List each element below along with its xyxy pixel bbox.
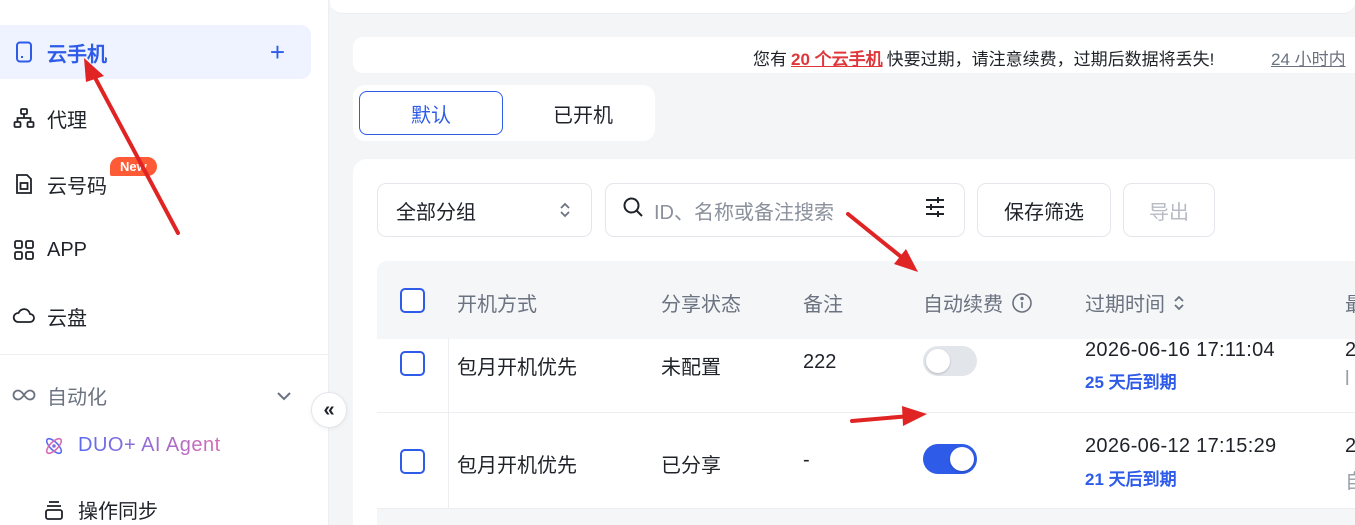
row-checkbox[interactable]: [400, 449, 425, 474]
column-header: 开机方式: [457, 294, 537, 316]
sidebar-divider: [0, 354, 329, 355]
sidebar-item-ai-agent[interactable]: DUO+ AI Agent: [42, 434, 221, 457]
truncated-cell: l: [1345, 368, 1350, 390]
filter-sliders-icon[interactable]: [924, 196, 946, 224]
table-row[interactable]: 包月开机优先 已分享 - 2026-06-12 17:15:29 21 天后到期…: [377, 413, 1355, 509]
sort-icon[interactable]: [1173, 294, 1185, 312]
sim-card-icon: [12, 172, 36, 196]
sidebar-section-label: 自动化: [47, 386, 107, 409]
column-header-label: 过期时间: [1085, 294, 1165, 316]
column-header: 备注: [803, 294, 843, 316]
sidebar-item-label: 云号码: [47, 175, 107, 198]
tab-default[interactable]: 默认: [359, 91, 503, 135]
sidebar-item-label: DUO+ AI Agent: [78, 434, 221, 456]
sidebar-item-cloud-phone[interactable]: 云手机 +: [0, 25, 311, 79]
table-header: 开机方式 分享状态 备注 自动续费 过期时间 最: [377, 261, 1355, 339]
notice-text: 您有 20 个云手机 快要过期，请注意续费，过期后数据将丢失!: [753, 45, 1214, 70]
auto-renew-toggle[interactable]: [923, 346, 977, 376]
notice-link[interactable]: 24 小时内: [1271, 45, 1346, 70]
sidebar: 云手机 + 代理 云号码 New APP 云盘 自动化 DUO+ AI Agen…: [0, 0, 329, 525]
group-select[interactable]: 全部分组: [377, 183, 592, 237]
note-cell: -: [803, 449, 810, 471]
infinity-icon: [12, 388, 36, 402]
share-status-cell: 已分享: [661, 455, 721, 477]
expire-date-cell: 2026-06-16 17:11:04: [1085, 339, 1275, 361]
sidebar-item-proxy[interactable]: 代理: [0, 91, 311, 145]
network-icon: [12, 106, 36, 130]
sidebar-item-label: 云手机: [47, 43, 107, 66]
days-left-cell: 21 天后到期: [1085, 470, 1177, 489]
phone-icon: [12, 40, 36, 64]
expiry-notice: 您有 20 个云手机 快要过期，请注意续费，过期后数据将丢失! 24 小时内: [353, 37, 1355, 73]
view-tabs: 默认 已开机: [353, 85, 655, 141]
days-left-cell: 25 天后到期: [1085, 373, 1177, 392]
share-status-cell: 未配置: [661, 357, 721, 379]
auto-renew-toggle[interactable]: [923, 444, 977, 474]
sidebar-item-label: APP: [47, 238, 88, 261]
notice-prefix: 您有: [753, 50, 787, 69]
atom-icon: [42, 435, 66, 457]
column-header: 分享状态: [661, 294, 741, 316]
sidebar-item-cloud-disk[interactable]: 云盘: [0, 289, 311, 343]
column-header-auto-renew: 自动续费: [923, 288, 1033, 317]
save-filter-button[interactable]: 保存筛选: [977, 183, 1111, 237]
new-badge: New: [110, 157, 157, 176]
table-row[interactable]: 包月开机优先 未配置 222 2026-06-16 17:11:04 25 天后…: [377, 339, 1355, 413]
column-header: 最: [1345, 288, 1355, 317]
collapse-sidebar-button[interactable]: «: [311, 392, 347, 428]
boot-mode-cell: 包月开机优先: [457, 455, 577, 477]
tab-powered-on[interactable]: 已开机: [511, 91, 655, 135]
cloud-icon: [12, 304, 36, 328]
sidebar-item-label: 操作同步: [78, 501, 158, 523]
search-input[interactable]: ID、名称或备注搜索: [605, 183, 965, 237]
chevron-down-icon[interactable]: [276, 384, 292, 407]
column-header-expire[interactable]: 过期时间: [1085, 288, 1185, 317]
truncated-cell: 自: [1345, 465, 1355, 494]
sidebar-item-label: 云盘: [47, 307, 87, 330]
truncated-cell: 2: [1345, 339, 1355, 361]
table-row-partial: [377, 509, 1355, 525]
select-all-checkbox[interactable]: [400, 288, 425, 313]
notice-suffix: 快要过期，请注意续费，过期后数据将丢失!: [886, 50, 1215, 69]
sidebar-item-operation-sync[interactable]: 操作同步: [42, 495, 158, 524]
add-icon[interactable]: +: [270, 39, 285, 65]
truncated-cell: 2: [1345, 435, 1355, 457]
toggle-knob: [950, 447, 974, 471]
search-placeholder: ID、名称或备注搜索: [654, 201, 834, 224]
row-checkbox[interactable]: [400, 351, 425, 376]
device-panel: 全部分组 ID、名称或备注搜索 保存筛选 导出 开机方式 分享状态 备注 自动续…: [353, 159, 1355, 525]
column-header-label: 自动续费: [923, 294, 1003, 316]
search-icon: [622, 196, 644, 224]
sidebar-section-automation[interactable]: 自动化: [12, 378, 292, 412]
export-button[interactable]: 导出: [1123, 183, 1215, 237]
sidebar-item-app[interactable]: APP: [0, 223, 311, 277]
expire-date-cell: 2026-06-12 17:15:29: [1085, 435, 1277, 457]
notice-highlight[interactable]: 20 个云手机: [791, 50, 883, 69]
boot-mode-cell: 包月开机优先: [457, 357, 577, 379]
group-select-value: 全部分组: [396, 201, 476, 224]
sync-stack-icon: [42, 499, 66, 521]
info-icon[interactable]: [1011, 292, 1033, 314]
updown-chevron-icon: [559, 201, 571, 219]
toggle-knob: [926, 349, 950, 373]
apps-grid-icon: [12, 238, 36, 262]
top-bar: [330, 0, 1355, 14]
sidebar-item-label: 代理: [47, 109, 87, 132]
note-cell: 222: [803, 351, 837, 373]
